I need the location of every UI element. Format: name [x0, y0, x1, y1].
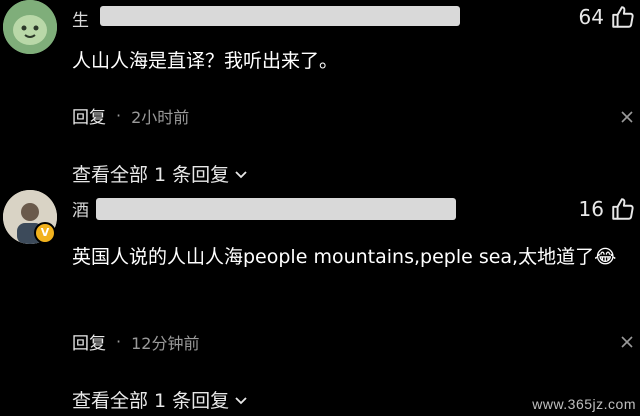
watermark: www.365jz.com	[532, 396, 636, 412]
comment-time: 12分钟前	[131, 333, 200, 353]
comment-meta: 回复 · 12分钟前	[72, 329, 199, 354]
username[interactable]: 酒	[72, 196, 89, 221]
view-replies-label: 查看全部 1 条回复	[72, 390, 230, 412]
thumbs-up-icon	[612, 198, 634, 220]
laughing-emoji-icon: 😂	[594, 246, 617, 268]
chevron-down-icon	[235, 396, 247, 404]
reply-button[interactable]: 回复	[72, 329, 106, 354]
like-button[interactable]: 16	[579, 196, 636, 222]
view-replies-button[interactable]: 查看全部 1 条回复	[72, 386, 249, 413]
like-count: 16	[578, 197, 604, 221]
comment-text: 英国人说的人山人海people mountains,peple sea,太地道了…	[72, 246, 617, 268]
comment-item: V 酒 16 英国人说的人山人海people mountains,peple s…	[0, 0, 640, 412]
meta-separator: ·	[116, 332, 122, 351]
close-icon[interactable]	[620, 335, 634, 349]
verified-badge-icon: V	[34, 222, 56, 244]
redaction-bar	[96, 198, 456, 220]
